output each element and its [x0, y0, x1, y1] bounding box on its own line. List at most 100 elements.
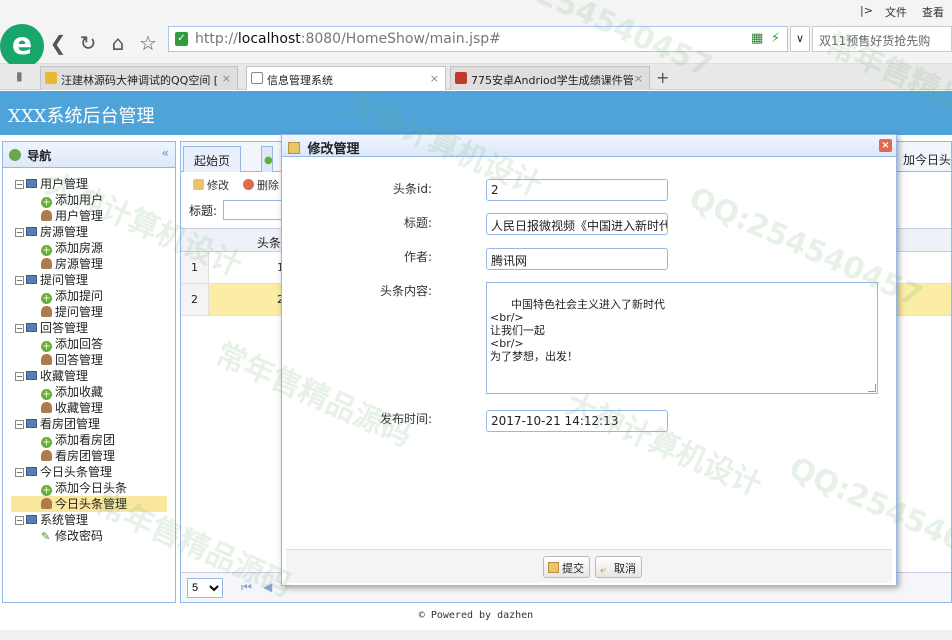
browser-tab-android[interactable]: 775安卓Andriod学生成绩课件管 ×	[450, 66, 650, 90]
title-field[interactable]: 人民日报微视频《中国进入新时代》	[486, 213, 668, 235]
sidebar-toggle-icon[interactable]: ▮	[16, 69, 23, 83]
page-size-select[interactable]: 5	[187, 578, 223, 598]
user-icon	[41, 306, 52, 317]
folder-pc-icon	[26, 227, 37, 236]
tab-label: 起始页	[194, 154, 231, 168]
star-icon[interactable]: ☆	[136, 31, 160, 55]
address-url[interactable]: http://localhost:8080/HomeShow/main.jsp#	[195, 31, 501, 47]
tree-node-label: 系统管理	[40, 513, 89, 527]
browser-menu-bar: |> 文件 查看	[0, 0, 952, 22]
add-icon: +	[41, 197, 52, 208]
edit-button[interactable]: 修改	[193, 177, 229, 193]
new-tab-button[interactable]: +	[656, 68, 669, 87]
browser-tab-info-system[interactable]: 信息管理系统 ×	[246, 66, 446, 90]
collapse-node-icon[interactable]: −	[15, 372, 24, 381]
back-icon[interactable]: ❮	[46, 31, 70, 55]
tree-leaf-label: 用户管理	[55, 209, 104, 223]
tree-leaf[interactable]: + 添加用户	[15, 192, 175, 208]
tree-node-label: 用户管理	[40, 177, 89, 191]
row-number: 2	[181, 284, 209, 315]
tree-leaf[interactable]: 收藏管理	[15, 400, 175, 416]
add-icon: +	[41, 389, 52, 400]
tree-leaf[interactable]: 今日头条管理	[11, 496, 167, 512]
home-icon[interactable]: ⌂	[106, 31, 130, 55]
tree-leaf[interactable]: + 添加看房团	[15, 432, 175, 448]
tree-node[interactable]: − 用户管理	[15, 176, 175, 192]
tree-leaf[interactable]: 看房团管理	[15, 448, 175, 464]
tree-leaf[interactable]: 回答管理	[15, 352, 175, 368]
tree-node[interactable]: − 房源管理	[15, 224, 175, 240]
folder-pc-icon	[26, 515, 37, 524]
delete-button[interactable]: 删除	[243, 177, 279, 193]
qr-icon[interactable]: ▦	[751, 31, 763, 46]
id-field[interactable]: 2	[486, 179, 668, 201]
tree-node[interactable]: − 收藏管理	[15, 368, 175, 384]
edit-icon	[548, 562, 559, 573]
lightning-icon[interactable]: ⚡	[771, 31, 780, 46]
content-textarea[interactable]: 中国特色社会主义进入了新时代 <br/> 让我们一起 <br/> 为了梦想，出发…	[486, 282, 878, 394]
tree-leaf[interactable]: + 添加回答	[15, 336, 175, 352]
time-field[interactable]: 2017-10-21 14:12:13	[486, 410, 668, 432]
tree-node-label: 看房团管理	[40, 417, 101, 431]
submit-button[interactable]: 提交	[543, 556, 590, 578]
collapse-node-icon[interactable]: −	[15, 468, 24, 477]
tree-leaf[interactable]: 用户管理	[15, 208, 175, 224]
menu-file[interactable]: 文件	[885, 4, 907, 20]
folder-pc-icon	[26, 323, 37, 332]
tab-add-toutiao[interactable]: 加今日头	[893, 146, 952, 172]
tree-node[interactable]: − 回答管理	[15, 320, 175, 336]
prev-page-icon[interactable]: ◀	[263, 580, 272, 594]
collapse-node-icon[interactable]: −	[15, 228, 24, 237]
menu-view[interactable]: 查看	[922, 4, 944, 20]
collapse-toggle[interactable]: |>	[860, 4, 873, 17]
tree-leaf[interactable]: ✎ 修改密码	[15, 528, 175, 544]
tree-leaf[interactable]: 房源管理	[15, 256, 175, 272]
tree-leaf-label: 添加今日头条	[55, 481, 128, 495]
address-bar[interactable]: ✓ http://localhost:8080/HomeShow/main.js…	[168, 26, 788, 52]
user-icon	[41, 258, 52, 269]
author-field[interactable]: 腾讯网	[486, 248, 668, 270]
time-label: 发布时间:	[379, 412, 432, 426]
collapse-node-icon[interactable]: −	[15, 516, 24, 525]
tree-node-label: 提问管理	[40, 273, 89, 287]
tree-leaf[interactable]: + 添加房源	[15, 240, 175, 256]
cancel-button[interactable]: ⤶ 取消	[595, 556, 642, 578]
nav-panel-header: 导航 «	[3, 142, 175, 168]
edit-dialog: 修改管理 × 头条id: 2 标题: 人民日报微视频《中国进入新时代》 作者: …	[281, 134, 897, 586]
tree-leaf[interactable]: + 添加提问	[15, 288, 175, 304]
cancel-label: 取消	[614, 562, 636, 575]
refresh-icon[interactable]: ↻	[76, 31, 100, 55]
nav-title: 导航	[27, 149, 52, 163]
tree-leaf[interactable]: + 添加收藏	[15, 384, 175, 400]
tree-node[interactable]: − 看房团管理	[15, 416, 175, 432]
folder-pc-icon	[26, 275, 37, 284]
close-tab-icon[interactable]: ×	[430, 72, 439, 85]
collapse-node-icon[interactable]: −	[15, 276, 24, 285]
tab-users[interactable]: ●	[261, 146, 273, 172]
url-rest: :8080/HomeShow/main.jsp#	[300, 31, 501, 47]
collapse-node-icon[interactable]: −	[15, 420, 24, 429]
collapse-icon[interactable]: «	[162, 146, 169, 160]
resize-grip-icon[interactable]	[868, 384, 876, 392]
tree-node[interactable]: − 今日头条管理	[15, 464, 175, 480]
tree-leaf[interactable]: + 添加今日头条	[15, 480, 175, 496]
close-icon[interactable]: ×	[879, 139, 892, 152]
tree-leaf-label: 修改密码	[55, 529, 104, 543]
tree-node[interactable]: − 系统管理	[15, 512, 175, 528]
close-tab-icon[interactable]: ×	[634, 72, 643, 85]
tree-node[interactable]: − 提问管理	[15, 272, 175, 288]
tree-leaf-label: 添加看房团	[55, 433, 116, 447]
browser-tab-qzone[interactable]: 汪建林源码大神调试的QQ空间 [ ×	[40, 66, 238, 90]
tab-home[interactable]: 起始页	[183, 146, 242, 172]
first-page-icon[interactable]: ⏮	[241, 580, 252, 595]
collapse-node-icon[interactable]: −	[15, 180, 24, 189]
address-dropdown-icon[interactable]: ∨	[790, 26, 810, 52]
collapse-node-icon[interactable]: −	[15, 324, 24, 333]
add-icon: +	[41, 485, 52, 496]
close-tab-icon[interactable]: ×	[222, 72, 231, 85]
browser-logo-icon[interactable]: e	[0, 24, 44, 68]
browser-status-bar	[0, 630, 952, 640]
browser-search-input[interactable]: 双11预售好货抢先购	[812, 26, 952, 52]
tree-leaf[interactable]: 提问管理	[15, 304, 175, 320]
pencil-icon: ✎	[41, 530, 51, 543]
